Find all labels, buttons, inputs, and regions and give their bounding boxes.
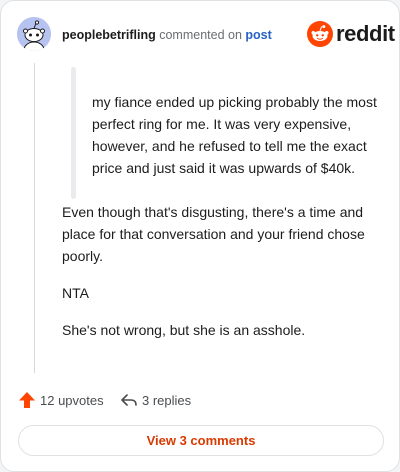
reddit-wordmark: reddit [336,21,395,46]
blockquote: my fiance ended up picking probably the … [62,67,380,199]
comment-body: my fiance ended up picking probably the … [62,67,380,341]
quote-bar [71,67,76,199]
upvote-count: 12 upvotes [40,392,104,408]
view-comments-button[interactable]: View 3 comments [18,425,384,456]
quote-text: my fiance ended up picking probably the … [92,94,377,176]
comment-paragraph: Even though that's disgusting, there's a… [62,204,365,264]
reddit-logo[interactable]: reddit [307,19,395,49]
replies-count: 3 replies [142,392,192,408]
comment-header: peoplebetrifling commented on post reddi… [17,17,395,53]
upvote-arrow-icon [18,391,36,409]
comment-actions: 12 upvotes 3 replies [18,389,383,411]
commented-on-text: commented on [159,28,242,42]
view-comments-label: View 3 comments [146,433,256,448]
comment-paragraph: She's not wrong, but she is an asshole. [62,322,306,338]
comment-meta: peoplebetrifling commented on post [62,28,272,42]
username-link[interactable]: peoplebetrifling [62,28,156,42]
thread-line [34,63,35,373]
post-link[interactable]: post [245,28,271,42]
snoo-avatar-icon[interactable] [17,17,51,51]
replies-button[interactable]: 3 replies [120,389,191,411]
comment-paragraph: NTA [62,285,89,301]
reddit-alien-icon [307,21,333,47]
reply-arrow-icon [120,391,138,409]
upvote-button[interactable]: 12 upvotes [18,389,104,411]
comment-card: peoplebetrifling commented on post reddi… [0,0,400,472]
